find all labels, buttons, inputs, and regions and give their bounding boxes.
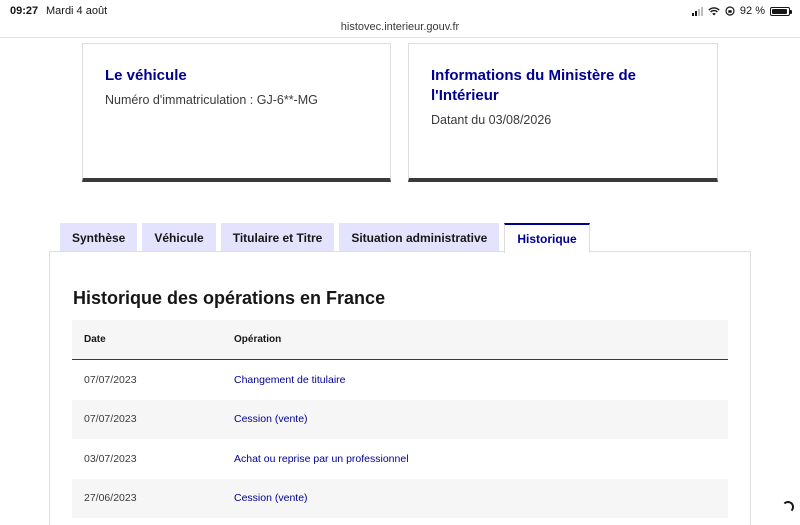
tab-synthese[interactable]: Synthèse <box>60 223 138 252</box>
ministry-card-date: Datant du 03/08/2026 <box>431 113 552 127</box>
row-operation[interactable]: Cession (vente) <box>234 492 728 504</box>
loading-spinner-icon <box>782 501 794 513</box>
status-right: 92 % <box>691 5 792 17</box>
row-date: 03/07/2023 <box>84 452 137 465</box>
battery-icon <box>770 6 792 16</box>
table-row: 07/07/2023 Cession (vente) <box>72 399 728 439</box>
status-time: 09:27 <box>10 5 39 17</box>
ministry-card-title: Informations du Ministère de l'Intérieur <box>431 67 637 104</box>
row-date: 07/07/2023 <box>84 413 137 426</box>
table-row: 07/07/2023 Changement de titulaire <box>72 360 728 400</box>
table-row: 27/06/2023 Cession (vente) <box>72 478 728 518</box>
history-panel: Historique des opérations en France Date… <box>49 251 751 525</box>
ministry-card: Informations du Ministère de l'Intérieur… <box>408 43 718 182</box>
tab-historique[interactable]: Historique <box>504 223 590 253</box>
cellular-signal-icon <box>691 6 703 16</box>
row-operation[interactable]: Cession (vente) <box>234 413 728 425</box>
vehicle-card-plate: Numéro d'immatriculation : GJ-6**-MG <box>105 93 318 107</box>
history-table: Date Opération 07/07/2023 Changement de … <box>72 320 728 518</box>
tab-vehicule[interactable]: Véhicule <box>142 223 216 252</box>
row-operation[interactable]: Achat ou reprise par un professionnel <box>234 453 728 465</box>
table-header: Date Opération <box>72 320 728 360</box>
orientation-lock-icon <box>725 6 735 16</box>
history-title: Historique des opérations en France <box>73 288 386 308</box>
vehicle-card-title: Le véhicule <box>105 67 187 84</box>
battery-percent: 92 % <box>739 5 765 17</box>
vehicle-card: Le véhicule Numéro d'immatriculation : G… <box>82 43 391 182</box>
tab-list: Synthèse Véhicule Titulaire et Titre Sit… <box>60 223 595 253</box>
row-date: 27/06/2023 <box>84 492 137 505</box>
row-date: 07/07/2023 <box>84 373 137 386</box>
row-operation[interactable]: Changement de titulaire <box>234 374 728 386</box>
table-row: 03/07/2023 Achat ou reprise par un profe… <box>72 439 728 479</box>
wifi-icon <box>708 6 720 15</box>
column-header-date: Date <box>84 334 106 345</box>
browser-divider <box>0 37 800 38</box>
column-header-operation: Opération <box>234 334 282 345</box>
status-date: Mardi 4 août <box>46 5 108 17</box>
tab-titulaire-et-titre[interactable]: Titulaire et Titre <box>220 223 335 252</box>
tab-situation-administrative[interactable]: Situation administrative <box>339 223 500 252</box>
address-bar-url[interactable]: histovec.interieur.gouv.fr <box>0 21 800 33</box>
